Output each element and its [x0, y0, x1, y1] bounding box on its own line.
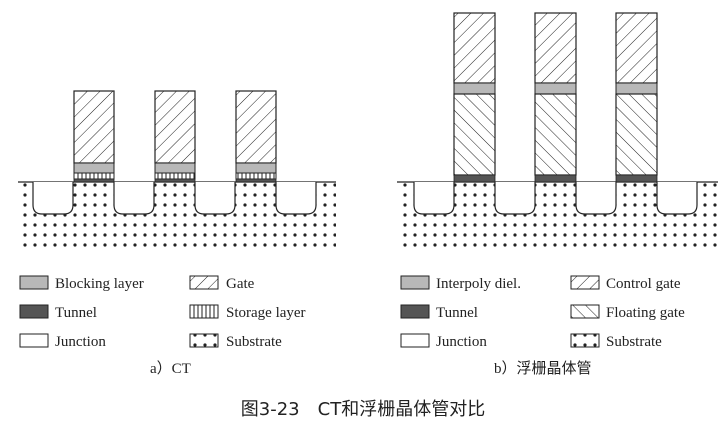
legend-label-storage-layer: Storage layer	[226, 305, 306, 321]
panel-a-cell-3	[235, 90, 277, 183]
legend-swatch-blocking-layer	[19, 275, 49, 290]
panel-b-cell-1	[453, 12, 496, 183]
storage-layer	[235, 172, 277, 180]
tunnel	[235, 178, 277, 183]
legend-swatch-tunnel-b	[400, 304, 430, 319]
panel-a-junction-1	[32, 182, 74, 215]
legend-swatch-junction	[19, 333, 49, 348]
panel-b-legend: Interpoly diel. Control gate Tunnel Floa…	[400, 275, 685, 350]
legend-label-blocking-layer: Blocking layer	[55, 276, 144, 292]
legend-swatch-control-gate	[570, 275, 600, 290]
panel-b-junction-1	[413, 182, 455, 215]
tunnel	[73, 178, 115, 183]
panel-b-junction-3	[575, 182, 617, 215]
legend-label-gate: Gate	[226, 276, 255, 292]
tunnel	[453, 174, 496, 183]
legend-label-control-gate: Control gate	[606, 276, 681, 292]
panel-a-junction-2	[113, 182, 155, 215]
panel-a-legend: Blocking layer Gate Tunnel Storage layer…	[19, 275, 306, 350]
legend-label-substrate: Substrate	[226, 334, 282, 350]
control-gate	[615, 12, 658, 84]
blocking-layer	[73, 162, 115, 174]
panel-b-cell-3	[615, 12, 658, 183]
legend-label-tunnel-b: Tunnel	[436, 305, 478, 321]
legend-swatch-substrate-b	[570, 333, 600, 348]
legend-swatch-gate	[189, 275, 219, 290]
tunnel	[154, 178, 196, 183]
gate	[235, 90, 277, 164]
panel-b-diagram	[397, 12, 718, 252]
legend-label-junction: Junction	[55, 334, 106, 350]
interpoly-dielectric	[615, 82, 658, 95]
storage-layer	[73, 172, 115, 180]
panel-a-junction-4	[275, 182, 317, 215]
legend-swatch-interpoly	[400, 275, 430, 290]
legend-label-tunnel: Tunnel	[55, 305, 97, 321]
floating-gate	[615, 93, 658, 176]
floating-gate	[453, 93, 496, 176]
interpoly-dielectric	[453, 82, 496, 95]
control-gate	[453, 12, 496, 84]
tunnel	[534, 174, 577, 183]
legend-swatch-substrate	[189, 333, 219, 348]
legend-swatch-junction-b	[400, 333, 430, 348]
gate	[154, 90, 196, 164]
legend-label-floating-gate: Floating gate	[606, 305, 685, 321]
legend-swatch-storage-layer	[189, 304, 219, 319]
legend-label-substrate-b: Substrate	[606, 334, 662, 350]
blocking-layer	[235, 162, 277, 174]
control-gate	[534, 12, 577, 84]
panel-a-caption: a）CT	[150, 360, 191, 377]
panel-a-cell-2	[154, 90, 196, 183]
panel-a-cell-1	[73, 90, 115, 183]
panel-b-junction-4	[656, 182, 698, 215]
figure-canvas: Blocking layer Gate Tunnel Storage layer…	[18, 12, 718, 420]
storage-layer	[154, 172, 196, 180]
panel-a-diagram	[18, 90, 336, 252]
panel-b-caption: b）浮栅晶体管	[494, 360, 592, 377]
gate	[73, 90, 115, 164]
legend-swatch-floating-gate	[570, 304, 600, 319]
interpoly-dielectric	[534, 82, 577, 95]
panel-b-junction-2	[494, 182, 536, 215]
legend-swatch-tunnel	[19, 304, 49, 319]
legend-label-interpoly: Interpoly diel.	[436, 276, 521, 292]
blocking-layer	[154, 162, 196, 174]
tunnel	[615, 174, 658, 183]
panel-b-cell-2	[534, 12, 577, 183]
figure-caption: 图3-23 CT和浮栅晶体管对比	[241, 399, 485, 420]
panel-a-junction-3	[194, 182, 236, 215]
floating-gate	[534, 93, 577, 176]
legend-label-junction-b: Junction	[436, 334, 487, 350]
